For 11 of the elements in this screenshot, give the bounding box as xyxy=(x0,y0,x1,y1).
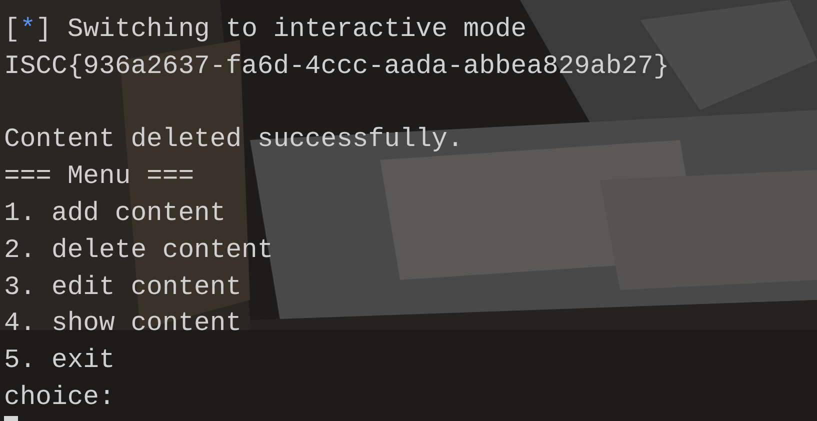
output-line: 5. exit xyxy=(4,344,115,378)
output-line: === Menu === xyxy=(4,160,194,194)
output-line: 1. add content xyxy=(4,196,226,230)
text-cursor xyxy=(4,416,18,421)
output-line: Content deleted successfully. xyxy=(4,123,464,156)
output-line: 4. show content xyxy=(4,307,242,340)
output-line: [*] Switching to interactive mode xyxy=(4,13,527,46)
output-line: 2. delete content xyxy=(4,234,274,267)
output-line: choice: xyxy=(4,380,115,414)
output-line: 3. edit content xyxy=(4,270,242,304)
output-line: ISCC{936a2637-fa6d-4ccc-aada-abbea829ab27} xyxy=(4,50,670,83)
